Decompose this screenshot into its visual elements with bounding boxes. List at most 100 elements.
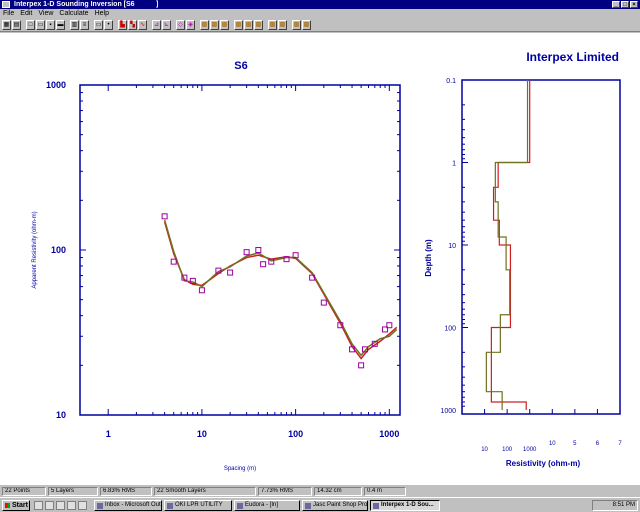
clock: 8:51 PM <box>612 502 635 508</box>
tool-e-icon[interactable]: ▩ <box>244 20 253 30</box>
tool-calc-icon[interactable]: ▦ <box>2 20 11 30</box>
depth-tick-label: 1000 <box>440 408 456 415</box>
menu-edit[interactable]: Edit <box>20 9 32 18</box>
y-tick-label: 100 <box>51 245 66 255</box>
status-points: 22 Points <box>2 487 46 496</box>
res-tick-label: 1000 <box>523 447 537 453</box>
tool-j-icon[interactable]: ▩ <box>302 20 311 30</box>
tool-curve-icon[interactable]: ∿ <box>138 20 147 30</box>
task-paintshop[interactable]: Jasc Paint Shop Pro <box>302 500 368 511</box>
company-label: Interpex Limited <box>526 50 619 64</box>
x-axis-label: Spacing (m) <box>224 466 256 472</box>
toolbar: ▦ ▤ □ ▭ ▪ ▬ ▥ ≡ ▭ • ▙ ▚ ∿ ⊿ ⊾ ◇ ◈ ▩ ▩ ▩ … <box>0 18 640 32</box>
res-tick-label: 6 <box>596 441 600 447</box>
tool-new-icon[interactable]: □ <box>26 20 35 30</box>
y-tick-label: 1000 <box>46 80 66 90</box>
tool-b-icon[interactable]: ▩ <box>210 20 219 30</box>
tool-layers-icon[interactable]: ▚ <box>128 20 137 30</box>
tool-h-icon[interactable]: ▩ <box>278 20 287 30</box>
depth-tick-label: 1 <box>452 161 456 168</box>
x-tick-label: 1 <box>106 429 111 439</box>
tool-c-icon[interactable]: ▩ <box>220 20 229 30</box>
menu-file[interactable]: File <box>3 9 14 18</box>
tool-list-icon[interactable]: ≡ <box>80 20 89 30</box>
plot-canvas: Interpex Limited S6 Spacing (m) Apparent… <box>0 33 640 485</box>
left-plot-frame <box>79 84 401 416</box>
tool-chart-icon[interactable]: ▤ <box>12 20 21 30</box>
title-bar: Interpex 1-D Sounding Inversion [S6 ] _ … <box>0 0 640 9</box>
depth-tick-label: 10 <box>448 243 456 250</box>
status-size: 14.32 cm <box>314 487 362 496</box>
outlook-icon[interactable] <box>56 501 65 510</box>
status-smooth-rms: 7.73% RMS <box>258 487 312 496</box>
browser-icon[interactable] <box>45 501 54 510</box>
y-axis-label: Apparent Resistivity (ohm-m) <box>32 211 38 288</box>
tool-equiv-icon[interactable]: ◇ <box>176 20 185 30</box>
minimize-button[interactable]: _ <box>612 1 620 8</box>
search-icon[interactable] <box>67 501 76 510</box>
menu-bar: File Edit View Calculate Help <box>0 9 640 18</box>
res-tick-label: 7 <box>618 441 622 447</box>
start-button[interactable]: Start <box>2 500 30 511</box>
tool-d-icon[interactable]: ▩ <box>234 20 243 30</box>
data-point <box>198 287 205 294</box>
depth-axis-label: Depth (m) <box>424 239 433 277</box>
layer-model-chart: Resistivity (ohm-m) Depth (m) 0.1 1 10 100 1… <box>424 78 622 468</box>
layer-model-0 <box>490 80 531 410</box>
data-point <box>255 247 262 253</box>
plots-svg: Interpex Limited S6 Spacing (m) Apparent… <box>32 50 622 472</box>
maximize-button[interactable]: □ <box>621 1 629 8</box>
res-tick-label: 5 <box>573 441 577 447</box>
tool-table-icon[interactable]: ▥ <box>70 20 79 30</box>
status-layers: 5 Layers <box>48 487 98 496</box>
data-point <box>243 249 250 256</box>
tool-window-icon[interactable]: ▭ <box>94 20 103 30</box>
tool-model-icon[interactable]: ▙ <box>118 20 127 30</box>
sounding-curve-chart: S6 Spacing (m) Apparent Resistivity (ohm… <box>32 60 401 472</box>
depth-tick-label: 100 <box>444 326 456 333</box>
data-point <box>227 269 234 276</box>
taskbar: Start Inbox - Microsoft Out... OKI LPR U… <box>0 497 640 512</box>
app-icon[interactable] <box>2 1 10 8</box>
task-interpex[interactable]: Interpex 1-D Sou... <box>370 500 440 511</box>
tool-save-icon[interactable]: ▪ <box>46 20 55 30</box>
tool-i-icon[interactable]: ▩ <box>292 20 301 30</box>
tool-open-icon[interactable]: ▭ <box>36 20 45 30</box>
tool-g-icon[interactable]: ▩ <box>268 20 277 30</box>
resistivity-axis-label: Resistivity (ohm-m) <box>506 459 581 468</box>
menu-calculate[interactable]: Calculate <box>59 9 88 18</box>
tool-print-icon[interactable]: ▬ <box>56 20 65 30</box>
task-oki[interactable]: OKI LPR UTILITY <box>164 500 232 511</box>
status-scale: 0.4 m <box>364 487 406 496</box>
tool-dot-icon[interactable]: • <box>104 20 113 30</box>
close-button[interactable]: × <box>630 1 638 8</box>
tool-fit-icon[interactable]: ⊿ <box>152 20 161 30</box>
task-inbox[interactable]: Inbox - Microsoft Out... <box>94 500 162 511</box>
app-icon-quicklaunch[interactable] <box>78 501 87 510</box>
chart-title: S6 <box>234 60 247 72</box>
res-tick-label: 10 <box>549 441 556 447</box>
x-tick-label: 100 <box>288 429 303 439</box>
window-controls: _ □ × <box>612 1 638 8</box>
system-tray: 8:51 PM <box>592 500 638 511</box>
window-title: Interpex 1-D Sounding Inversion [S6 <box>14 1 135 8</box>
depth-tick-label: 0.1 <box>446 78 456 85</box>
menu-view[interactable]: View <box>38 9 53 18</box>
data-point <box>320 299 327 306</box>
res-tick-label: 10 <box>481 447 488 453</box>
tool-smooth-icon[interactable]: ◈ <box>186 20 195 30</box>
status-bar: 22 Points 5 Layers 6.83% RMS 22 Smooth L… <box>0 486 640 497</box>
desktop-icon[interactable] <box>34 501 43 510</box>
tool-f-icon[interactable]: ▩ <box>254 20 263 30</box>
data-point <box>358 362 365 369</box>
right-plot-frame <box>461 79 621 415</box>
tool-a-icon[interactable]: ▩ <box>200 20 209 30</box>
status-smooth-layers: 22 Smooth Layers <box>154 487 256 496</box>
task-eudora[interactable]: Eudora - [In] <box>234 500 300 511</box>
menu-help[interactable]: Help <box>95 9 109 18</box>
tool-invert-icon[interactable]: ⊾ <box>162 20 171 30</box>
x-tick-label: 10 <box>197 429 207 439</box>
status-rms: 6.83% RMS <box>100 487 152 496</box>
window-title-suffix: ] <box>156 1 159 8</box>
y-tick-label: 10 <box>56 410 66 420</box>
